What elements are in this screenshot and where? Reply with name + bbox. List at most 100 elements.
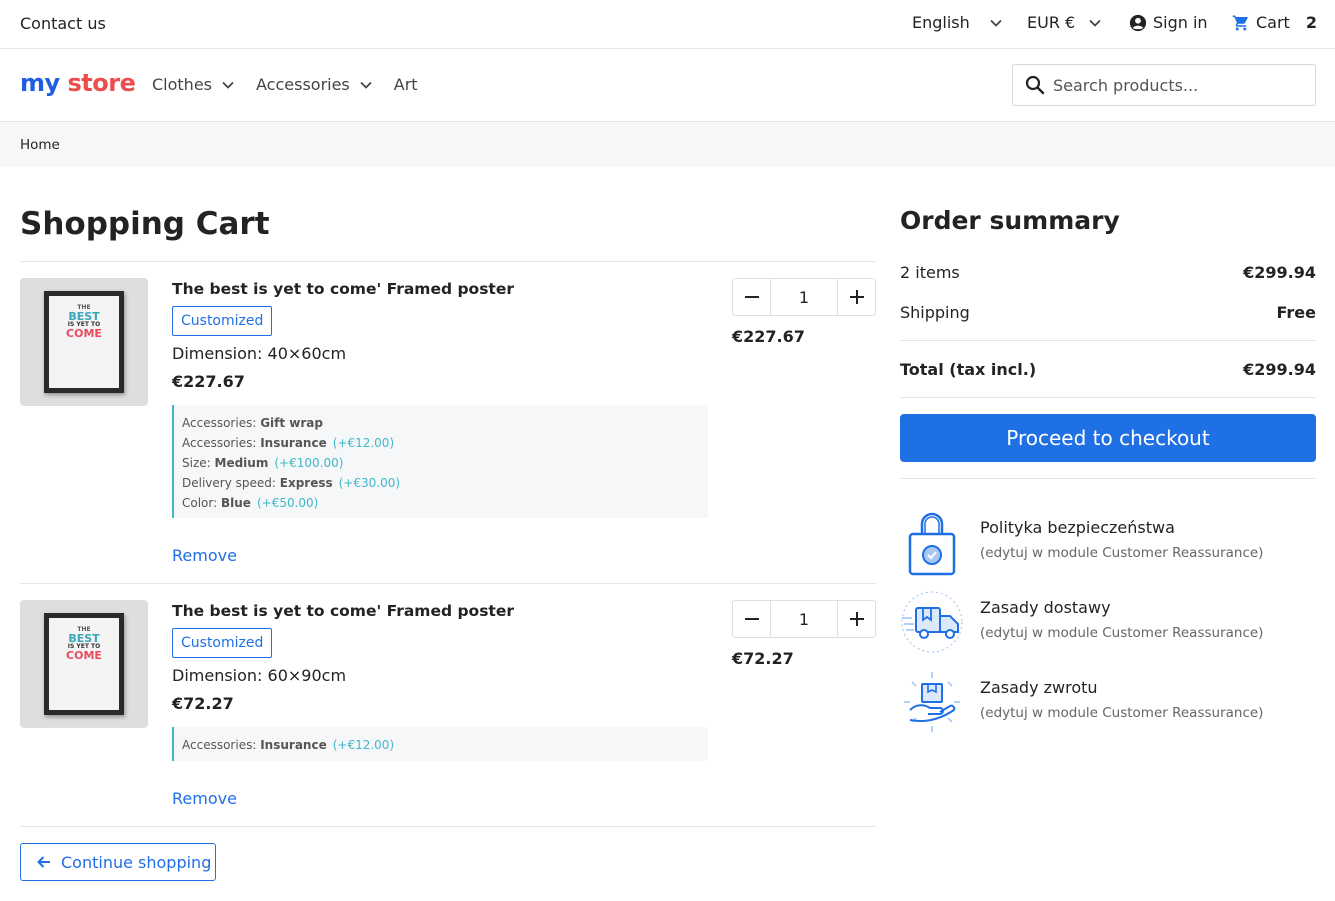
- divider: [20, 261, 876, 262]
- currency-selector[interactable]: EUR €: [1027, 13, 1101, 32]
- line-total: €227.67: [732, 327, 805, 346]
- product-dimension: Dimension: 60×90cm: [172, 666, 347, 685]
- lock-icon: [900, 510, 964, 576]
- store-logo[interactable]: my store: [20, 69, 136, 97]
- reassurance-block-security: Polityka bezpieczeństwa (edytuj w module…: [900, 510, 1316, 576]
- product-name[interactable]: The best is yet to come' Framed poster: [172, 280, 514, 298]
- decrease-button[interactable]: [733, 601, 771, 637]
- total-value: €299.94: [1243, 360, 1316, 379]
- nav-item-clothes[interactable]: Clothes: [152, 75, 234, 94]
- breadcrumb-home[interactable]: Home: [20, 137, 60, 153]
- divider: [900, 397, 1316, 398]
- reassurance-title: Zasady zwrotu: [980, 678, 1098, 697]
- summary-total-row: Total (tax incl.) €299.94: [900, 360, 1316, 379]
- top-bar: Contact us English EUR € Sign in Cart 2: [0, 0, 1335, 49]
- user-icon: [1129, 14, 1147, 32]
- divider: [900, 340, 1316, 341]
- customization-options: Accessories: Gift wrap Accessories: Insu…: [172, 405, 708, 518]
- continue-shopping-button[interactable]: Continue shopping: [20, 843, 216, 881]
- total-label: Total (tax incl.): [900, 360, 1037, 379]
- return-icon: [900, 670, 964, 734]
- reassurance-title: Polityka bezpieczeństwa: [980, 518, 1175, 537]
- decrease-button[interactable]: [733, 279, 771, 315]
- increase-button[interactable]: [837, 279, 875, 315]
- sign-in-label: Sign in: [1153, 13, 1208, 32]
- arrow-left-icon: [37, 855, 51, 869]
- language-label: English: [912, 13, 970, 32]
- search-input[interactable]: [1053, 75, 1293, 95]
- reassurance-subtitle: (edytuj w module Customer Reassurance): [980, 625, 1264, 641]
- quantity-stepper: 1: [732, 600, 876, 638]
- items-label: 2 items: [900, 263, 960, 282]
- summary-shipping-row: Shipping Free: [900, 303, 1316, 322]
- minus-icon: [744, 618, 759, 620]
- continue-shopping-label: Continue shopping: [61, 852, 212, 872]
- option-row: Accessories: Gift wrap: [182, 416, 323, 430]
- product-thumbnail[interactable]: THE BEST IS YET TO COME: [20, 278, 148, 406]
- reassurance-subtitle: (edytuj w module Customer Reassurance): [980, 545, 1264, 561]
- poster-artwork: THE BEST IS YET TO COME: [66, 304, 102, 340]
- cart-item: THE BEST IS YET TO COME The best is yet …: [20, 278, 876, 583]
- plus-icon: [849, 612, 864, 626]
- search-icon: [1025, 75, 1045, 95]
- search-box[interactable]: [1012, 64, 1316, 106]
- customized-badge: Customized: [172, 628, 273, 658]
- nav-item-accessories[interactable]: Accessories: [256, 75, 372, 94]
- nav-item-label: Art: [393, 75, 418, 94]
- reassurance-title: Zasady dostawy: [980, 598, 1111, 617]
- page-title: Shopping Cart: [20, 206, 270, 242]
- quantity-stepper: 1: [732, 278, 876, 316]
- shipping-value: Free: [1276, 303, 1317, 322]
- divider: [20, 826, 876, 827]
- divider: [20, 583, 876, 584]
- cart-item: THE BEST IS YET TO COME The best is yet …: [20, 600, 876, 826]
- line-total: €72.27: [732, 649, 794, 668]
- option-row: Color: Blue (+€50.00): [182, 496, 319, 510]
- remove-link[interactable]: Remove: [172, 789, 237, 808]
- cart-count-badge: 2: [1305, 13, 1317, 32]
- truck-icon: [900, 590, 964, 654]
- poster-frame: THE BEST IS YET TO COME: [44, 291, 124, 393]
- proceed-to-checkout-button[interactable]: Proceed to checkout: [900, 414, 1316, 462]
- contact-link[interactable]: Contact us: [20, 14, 106, 33]
- logo-text-store: store: [67, 69, 136, 97]
- option-row: Size: Medium (+€100.00): [182, 456, 344, 470]
- option-row: Delivery speed: Express (+€30.00): [182, 476, 401, 490]
- breadcrumb: Home: [0, 122, 1335, 167]
- reassurance-block-returns: Zasady zwrotu (edytuj w module Customer …: [900, 670, 1316, 736]
- sign-in-link[interactable]: Sign in: [1129, 13, 1208, 32]
- chevron-down-icon: [360, 81, 372, 89]
- customized-badge: Customized: [172, 306, 273, 336]
- logo-text-my: my: [20, 69, 60, 97]
- product-name[interactable]: The best is yet to come' Framed poster: [172, 602, 514, 620]
- option-row: Accessories: Insurance (+€12.00): [182, 436, 395, 450]
- chevron-down-icon: [1089, 19, 1101, 27]
- plus-icon: [849, 290, 864, 304]
- quantity-value[interactable]: 1: [771, 279, 837, 315]
- poster-artwork: THE BEST IS YET TO COME: [66, 626, 102, 662]
- product-thumbnail[interactable]: THE BEST IS YET TO COME: [20, 600, 148, 728]
- items-value: €299.94: [1243, 263, 1316, 282]
- chevron-down-icon: [990, 19, 1002, 27]
- main-header: my store Clothes Accessories Art: [0, 49, 1335, 122]
- summary-items-row: 2 items €299.94: [900, 263, 1316, 282]
- unit-price: €72.27: [172, 694, 234, 713]
- nav-item-art[interactable]: Art: [394, 75, 418, 94]
- remove-link[interactable]: Remove: [172, 546, 237, 565]
- poster-frame: THE BEST IS YET TO COME: [44, 613, 124, 715]
- chevron-down-icon: [222, 81, 234, 89]
- product-dimension: Dimension: 40×60cm: [172, 344, 347, 363]
- minus-icon: [744, 296, 759, 298]
- cart-link[interactable]: Cart 2: [1232, 13, 1317, 32]
- increase-button[interactable]: [837, 601, 875, 637]
- divider: [900, 478, 1316, 479]
- customization-options: Accessories: Insurance (+€12.00): [172, 727, 708, 761]
- summary-title: Order summary: [900, 206, 1120, 235]
- shipping-label: Shipping: [900, 303, 970, 322]
- language-selector[interactable]: English: [912, 13, 1002, 32]
- quantity-value[interactable]: 1: [771, 601, 837, 637]
- reassurance-block-delivery: Zasady dostawy (edytuj w module Customer…: [900, 590, 1316, 656]
- cart-label: Cart: [1256, 13, 1290, 32]
- option-row: Accessories: Insurance (+€12.00): [182, 738, 395, 752]
- cart-icon: [1232, 14, 1250, 32]
